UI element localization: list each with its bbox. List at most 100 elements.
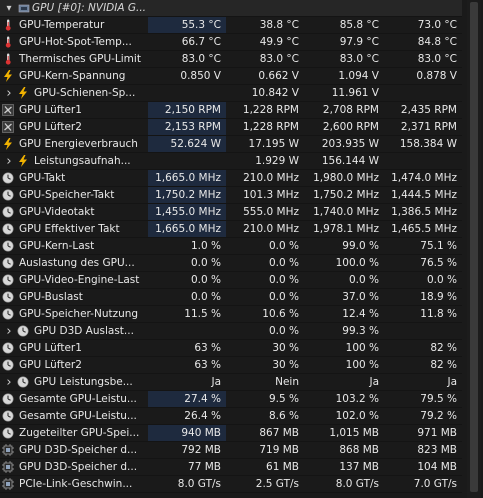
min-value: 210.0 MHz: [243, 172, 299, 184]
sensor-row[interactable]: GPU Energieverbrauch 52.624 W 17.195 W 203.…: [0, 136, 462, 153]
sensor-row[interactable]: GPU-Takt 1,665.0 MHz 210.0 MHz 1,980.0 MHz 1…: [0, 170, 462, 187]
current-value: 63 %: [194, 359, 221, 371]
average-value: 76.5 %: [420, 257, 457, 269]
average-value: 1,386.5 MHz: [391, 206, 457, 218]
group-title: GPU [#0]: NVIDIA G...: [32, 2, 147, 14]
chip-icon: [2, 461, 14, 473]
current-value: [148, 85, 226, 101]
sensor-label: GPU Leistungsbe...: [34, 376, 133, 388]
gauge-icon: [2, 240, 14, 252]
sensor-label: Auslastung des GPU...: [19, 257, 135, 269]
sensor-row[interactable]: GPU-Speicher-Takt 1,750.2 MHz 101.3 MHz 1,7…: [0, 187, 462, 204]
sensor-row[interactable]: Auslastung des GPU... 0.0 % 0.0 % 100.0 % 76…: [0, 255, 462, 272]
max-value: 102.0 %: [335, 410, 379, 422]
sensor-row[interactable]: Zugeteilter GPU-Spei... 940 MB 867 MB 1,015…: [0, 425, 462, 442]
chevron-right-icon[interactable]: ›: [3, 153, 15, 169]
sensor-name-cell: › GPU D3D Auslast...: [0, 323, 147, 339]
max-value: 156.144 W: [321, 155, 379, 167]
min-value: 0.0 %: [268, 291, 299, 303]
max-value: 2,600 RPM: [322, 121, 379, 133]
chevron-right-icon[interactable]: ›: [3, 323, 15, 339]
current-value: 52.624 W: [148, 136, 226, 152]
gauge-icon: [2, 257, 14, 269]
sensor-row[interactable]: GPU D3D-Speicher d... 792 MB 719 MB 868 MB 8…: [0, 442, 462, 459]
sensor-row[interactable]: › GPU Leistungsbe... Ja Nein Ja Ja: [0, 374, 462, 391]
sensor-row[interactable]: › GPU D3D Auslast... 0.0 % 99.3 %: [0, 323, 462, 340]
sensor-row[interactable]: GPU Lüfter1 63 % 30 % 100 % 82 %: [0, 340, 462, 357]
min-value: 10.842 V: [251, 87, 299, 99]
min-value: 0.0 %: [268, 240, 299, 252]
sensor-row[interactable]: GPU-Kern-Last 1.0 % 0.0 % 99.0 % 75.1 %: [0, 238, 462, 255]
vertical-scrollbar[interactable]: [467, 0, 481, 498]
sensor-name-cell: GPU-Kern-Last: [0, 238, 147, 254]
min-value: 0.0 %: [268, 274, 299, 286]
min-value: 1,228 RPM: [242, 121, 299, 133]
sensor-row[interactable]: › GPU-Schienen-Sp... 10.842 V 11.961 V: [0, 85, 462, 102]
chevron-right-icon[interactable]: ›: [3, 374, 15, 390]
min-value: 9.5 %: [268, 393, 299, 405]
current-value: 66.7 °C: [181, 36, 221, 48]
average-value: 1,444.5 MHz: [391, 189, 457, 201]
sensor-row[interactable]: Thermisches GPU-Limit 83.0 °C 83.0 °C 83.0 …: [0, 51, 462, 68]
sensor-row[interactable]: GPU Lüfter1 2,150 RPM 1,228 RPM 2,708 RPM 2,…: [0, 102, 462, 119]
sensor-label: GPU-Video-Engine-Last: [19, 274, 140, 286]
gpu-group-header[interactable]: ▾ GPU [#0]: NVIDIA G...: [0, 0, 462, 17]
sensor-label: Thermisches GPU-Limit: [19, 53, 141, 65]
gauge-icon: [17, 325, 29, 337]
sensor-name-cell: GPU D3D-Speicher d...: [0, 459, 147, 475]
sensor-table: ▾ GPU [#0]: NVIDIA G... GPU-Temperatur 55…: [0, 0, 462, 493]
sensor-name-cell: GPU-Hot-Spot-Temp...: [0, 34, 147, 50]
sensor-row[interactable]: GPU-Kern-Spannung 0.850 V 0.662 V 1.094 V 0.…: [0, 68, 462, 85]
sensor-label: GPU-Schienen-Sp...: [34, 87, 136, 99]
sensor-row[interactable]: Gesamte GPU-Leistu... 26.4 % 8.6 % 102.0 % 7…: [0, 408, 462, 425]
current-value: 63 %: [194, 342, 221, 354]
sensor-row[interactable]: GPU-Hot-Spot-Temp... 66.7 °C 49.9 °C 97.9 °…: [0, 34, 462, 51]
sensor-row[interactable]: GPU D3D-Speicher d... 77 MB 61 MB 137 MB 104…: [0, 459, 462, 476]
max-value: 1,750.2 MHz: [313, 189, 379, 201]
sensor-row[interactable]: GPU-Videotakt 1,455.0 MHz 555.0 MHz 1,740.0…: [0, 204, 462, 221]
average-value: 7.0 GT/s: [413, 478, 457, 490]
sensor-name-cell: Gesamte GPU-Leistu...: [0, 408, 147, 424]
max-value: 99.0 %: [342, 240, 379, 252]
sensor-row[interactable]: GPU Lüfter2 63 % 30 % 100 % 82 %: [0, 357, 462, 374]
chevron-right-icon[interactable]: ›: [3, 85, 15, 101]
current-value: 8.0 GT/s: [177, 478, 221, 490]
current-value: 792 MB: [181, 444, 221, 456]
min-value: 867 MB: [259, 427, 299, 439]
max-value: 8.0 GT/s: [335, 478, 379, 490]
average-value: 75.1 %: [420, 240, 457, 252]
sensor-row[interactable]: › Leistungsaufnah... 1.929 W 156.144 W: [0, 153, 462, 170]
min-value: 210.0 MHz: [243, 223, 299, 235]
sensor-label: GPU Effektiver Takt: [19, 223, 120, 235]
average-value: 79.5 %: [420, 393, 457, 405]
min-value: 8.6 %: [268, 410, 299, 422]
sensor-label: GPU-Temperatur: [19, 19, 105, 31]
average-value: 82 %: [430, 342, 457, 354]
average-value: 1,465.5 MHz: [391, 223, 457, 235]
chevron-down-icon[interactable]: ▾: [3, 0, 15, 17]
sensor-row[interactable]: GPU Lüfter2 2,153 RPM 1,228 RPM 2,600 RPM 2,…: [0, 119, 462, 136]
sensor-row[interactable]: GPU-Buslast 0.0 % 0.0 % 37.0 % 18.9 %: [0, 289, 462, 306]
sensor-label: GPU-Speicher-Takt: [19, 189, 115, 201]
sensor-row[interactable]: GPU-Speicher-Nutzung 11.5 % 10.6 % 12.4 % 11…: [0, 306, 462, 323]
max-value: 1.094 V: [338, 70, 379, 82]
gauge-icon: [2, 410, 14, 422]
current-value: 83.0 °C: [181, 53, 221, 65]
sensor-row[interactable]: PCIe-Link-Geschwin... 8.0 GT/s 2.5 GT/s 8.0…: [0, 476, 462, 493]
current-value: 0.850 V: [180, 70, 221, 82]
current-value: 0.0 %: [190, 257, 221, 269]
min-value: 61 MB: [266, 461, 299, 473]
sensor-row[interactable]: GPU Effektiver Takt 1,665.0 MHz 210.0 MHz 1…: [0, 221, 462, 238]
sensor-row[interactable]: GPU-Temperatur 55.3 °C 38.8 °C 85.8 °C 73.0 …: [0, 17, 462, 34]
chip-icon: [2, 444, 14, 456]
lightning-bolt-icon: [2, 70, 14, 82]
sensor-name-cell: GPU Energieverbrauch: [0, 136, 147, 152]
min-value: 0.662 V: [258, 70, 299, 82]
average-value: 0.0 %: [426, 274, 457, 286]
gauge-icon: [2, 223, 14, 235]
sensor-label: GPU-Buslast: [19, 291, 83, 303]
sensor-row[interactable]: GPU-Video-Engine-Last 0.0 % 0.0 % 0.0 % 0.0 …: [0, 272, 462, 289]
scrollbar-thumb[interactable]: [470, 2, 478, 492]
min-value: 719 MB: [259, 444, 299, 456]
sensor-row[interactable]: Gesamte GPU-Leistu... 27.4 % 9.5 % 103.2 % 7…: [0, 391, 462, 408]
